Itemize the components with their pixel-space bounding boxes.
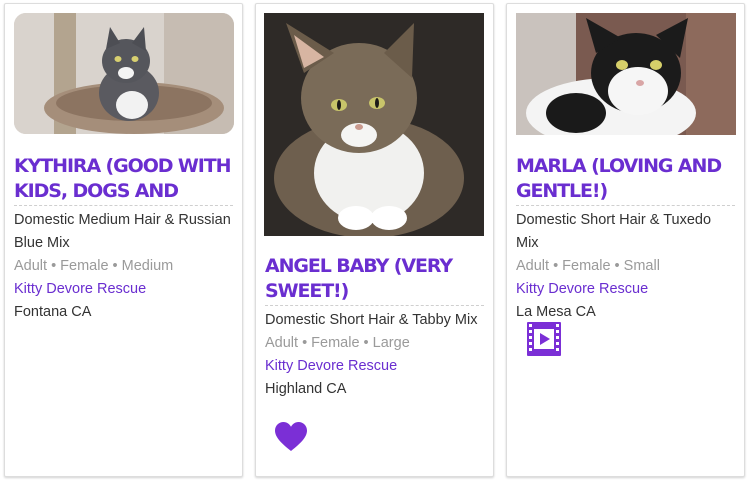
cat-photo-image: [14, 13, 234, 134]
cat-photo-image: [264, 13, 484, 236]
pet-breed: Domestic Short Hair & Tabby Mix: [265, 312, 478, 328]
pet-attributes: Adult • Female • Medium: [14, 258, 174, 274]
pet-card-angel-baby[interactable]: ANGEL BABY (VERY SWEET!) Domestic Short …: [255, 3, 494, 477]
heart-icon[interactable]: [275, 422, 307, 452]
pet-breed: Domestic Short Hair & Tuxedo Mix: [516, 212, 712, 251]
pet-organization-link[interactable]: Kitty Devore Rescue: [14, 278, 233, 301]
pet-card-kythira[interactable]: KYTHIRA (GOOD WITH KIDS, DOGS AND Domest…: [4, 3, 243, 477]
pet-info: MARLA (LOVING AND GENTLE!) Domestic Shor…: [516, 154, 735, 324]
pet-info: KYTHIRA (GOOD WITH KIDS, DOGS AND Domest…: [14, 154, 233, 324]
pet-attributes: Adult • Female • Large: [265, 335, 410, 351]
pet-card-marla[interactable]: MARLA (LOVING AND GENTLE!) Domestic Shor…: [506, 3, 745, 477]
pet-photo[interactable]: [264, 13, 484, 236]
pet-name[interactable]: MARLA (LOVING AND GENTLE!): [516, 154, 735, 206]
pet-location: La Mesa CA: [516, 304, 596, 320]
pet-organization-link[interactable]: Kitty Devore Rescue: [516, 278, 735, 301]
pet-info: ANGEL BABY (VERY SWEET!) Domestic Short …: [265, 254, 484, 401]
pet-photo[interactable]: [516, 13, 736, 135]
pet-organization-link[interactable]: Kitty Devore Rescue: [265, 355, 484, 378]
pet-location: Fontana CA: [14, 304, 92, 320]
pet-photo[interactable]: [14, 13, 234, 134]
pet-attributes: Adult • Female • Small: [516, 258, 660, 274]
pet-name[interactable]: KYTHIRA (GOOD WITH KIDS, DOGS AND: [14, 154, 233, 206]
pet-location: Highland CA: [265, 381, 347, 397]
video-icon[interactable]: [527, 322, 561, 356]
cat-photo-image: [516, 13, 736, 135]
pet-name[interactable]: ANGEL BABY (VERY SWEET!): [265, 254, 484, 306]
pet-breed: Domestic Medium Hair & Russian Blue Mix: [14, 212, 231, 251]
